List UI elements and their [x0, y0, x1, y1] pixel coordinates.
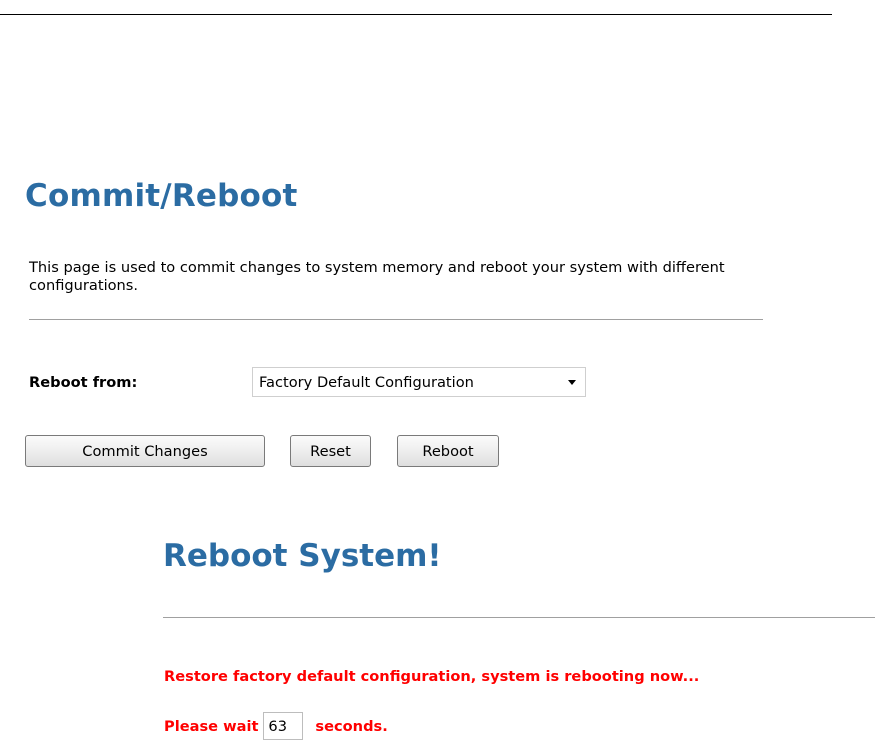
reset-button[interactable]: Reset [290, 435, 371, 467]
wait-prefix-text: Please wait [164, 717, 259, 735]
countdown-row: Please wait seconds. [164, 711, 388, 741]
countdown-field[interactable] [263, 712, 304, 740]
reboot-from-selected-value: Factory Default Configuration [259, 373, 474, 391]
section-divider [29, 319, 763, 320]
page-title: Commit/Reboot [25, 178, 298, 214]
top-divider [0, 14, 832, 15]
reboot-status-message: Restore factory default configuration, s… [164, 668, 700, 685]
reboot-system-title: Reboot System! [163, 538, 442, 574]
commit-changes-button[interactable]: Commit Changes [25, 435, 265, 467]
wait-suffix-text: seconds. [315, 717, 388, 735]
reboot-from-label: Reboot from: [29, 374, 138, 391]
reboot-divider [163, 617, 875, 618]
page-description: This page is used to commit changes to s… [29, 259, 725, 294]
chevron-down-icon [568, 380, 576, 385]
reboot-button[interactable]: Reboot [397, 435, 499, 467]
reboot-from-select[interactable]: Factory Default Configuration [252, 367, 586, 397]
